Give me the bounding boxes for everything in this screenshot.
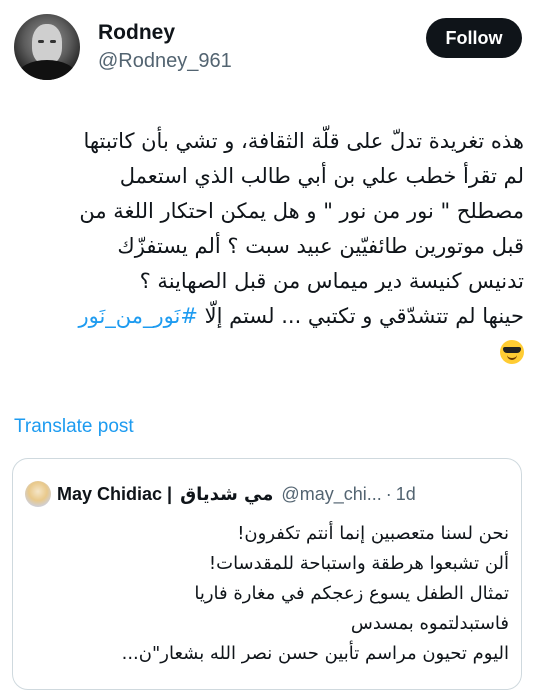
- avatar-eye: [50, 40, 56, 43]
- quoted-author-name-arabic[interactable]: مي شدياق: [180, 484, 273, 505]
- separator-dot: ·: [385, 483, 392, 504]
- avatar-eye: [38, 40, 44, 43]
- quoted-line: ألن تشبعوا هرطقة واستباحة للمقدسات!: [208, 553, 509, 574]
- tweet-line: لم تقرأ خطب علي بن أبي طالب الذي استعمل: [119, 164, 524, 188]
- tweet-line: قبل موتورين طائفيّين عبيد سبت ؟ ألم يستف…: [117, 234, 524, 258]
- quoted-line: فاستبدلتموه بمسدس: [350, 613, 509, 634]
- quoted-line: تمثال الطفل يسوع زعجكم في مغارة فاريا: [194, 583, 509, 604]
- author-avatar[interactable]: [14, 14, 80, 80]
- tweet-text: هذه تغريدة تدلّ على قلّة الثقافة، و تشي …: [12, 124, 524, 369]
- quoted-author-handle[interactable]: @may_chi...: [281, 484, 381, 505]
- author-name[interactable]: Rodney: [98, 21, 175, 45]
- tweet-emoji-line: [12, 334, 524, 369]
- quoted-post-header: May Chidiac | مي شدياق @may_chi... · 1d: [25, 481, 509, 507]
- smiling-face-with-sunglasses-icon: [500, 340, 524, 364]
- hashtag-link[interactable]: #نَور_من_نَور: [78, 304, 198, 328]
- tweet-line: هذه تغريدة تدلّ على قلّة الثقافة، و تشي …: [83, 129, 524, 153]
- post-header: Rodney @Rodney_961 Follow: [14, 8, 524, 82]
- translate-post-link[interactable]: Translate post: [14, 416, 134, 438]
- avatar-face: [32, 24, 62, 64]
- tweet-line-last: حينها لم تتشدّقي و تكتبي ... لستم إلّا #…: [12, 299, 524, 334]
- follow-button[interactable]: Follow: [426, 18, 522, 58]
- quoted-post-text: نحن لسنا متعصبين إنما أنتم تكفرون! ألن ت…: [25, 519, 509, 669]
- quoted-post[interactable]: May Chidiac | مي شدياق @may_chi... · 1d …: [12, 458, 522, 690]
- quoted-line: اليوم تحيون مراسم تأبين حسن نصر الله بشع…: [121, 643, 509, 664]
- tweet-line: مصطلح " نور من نور " و هل يمكن احتكار ال…: [79, 199, 524, 223]
- avatar-shoulders: [18, 60, 76, 80]
- tweet-line-text: حينها لم تتشدّقي و تكتبي ... لستم إلّا: [197, 304, 524, 328]
- author-handle[interactable]: @Rodney_961: [98, 50, 232, 73]
- quoted-line: نحن لسنا متعصبين إنما أنتم تكفرون!: [237, 523, 509, 544]
- tweet-line: تدنيس كنيسة دير ميماس من قبل الصهاينة ؟: [139, 269, 524, 293]
- quoted-author-name[interactable]: May Chidiac |: [57, 484, 172, 505]
- quoted-author-avatar[interactable]: [25, 481, 51, 507]
- quoted-post-time[interactable]: 1d: [396, 484, 416, 505]
